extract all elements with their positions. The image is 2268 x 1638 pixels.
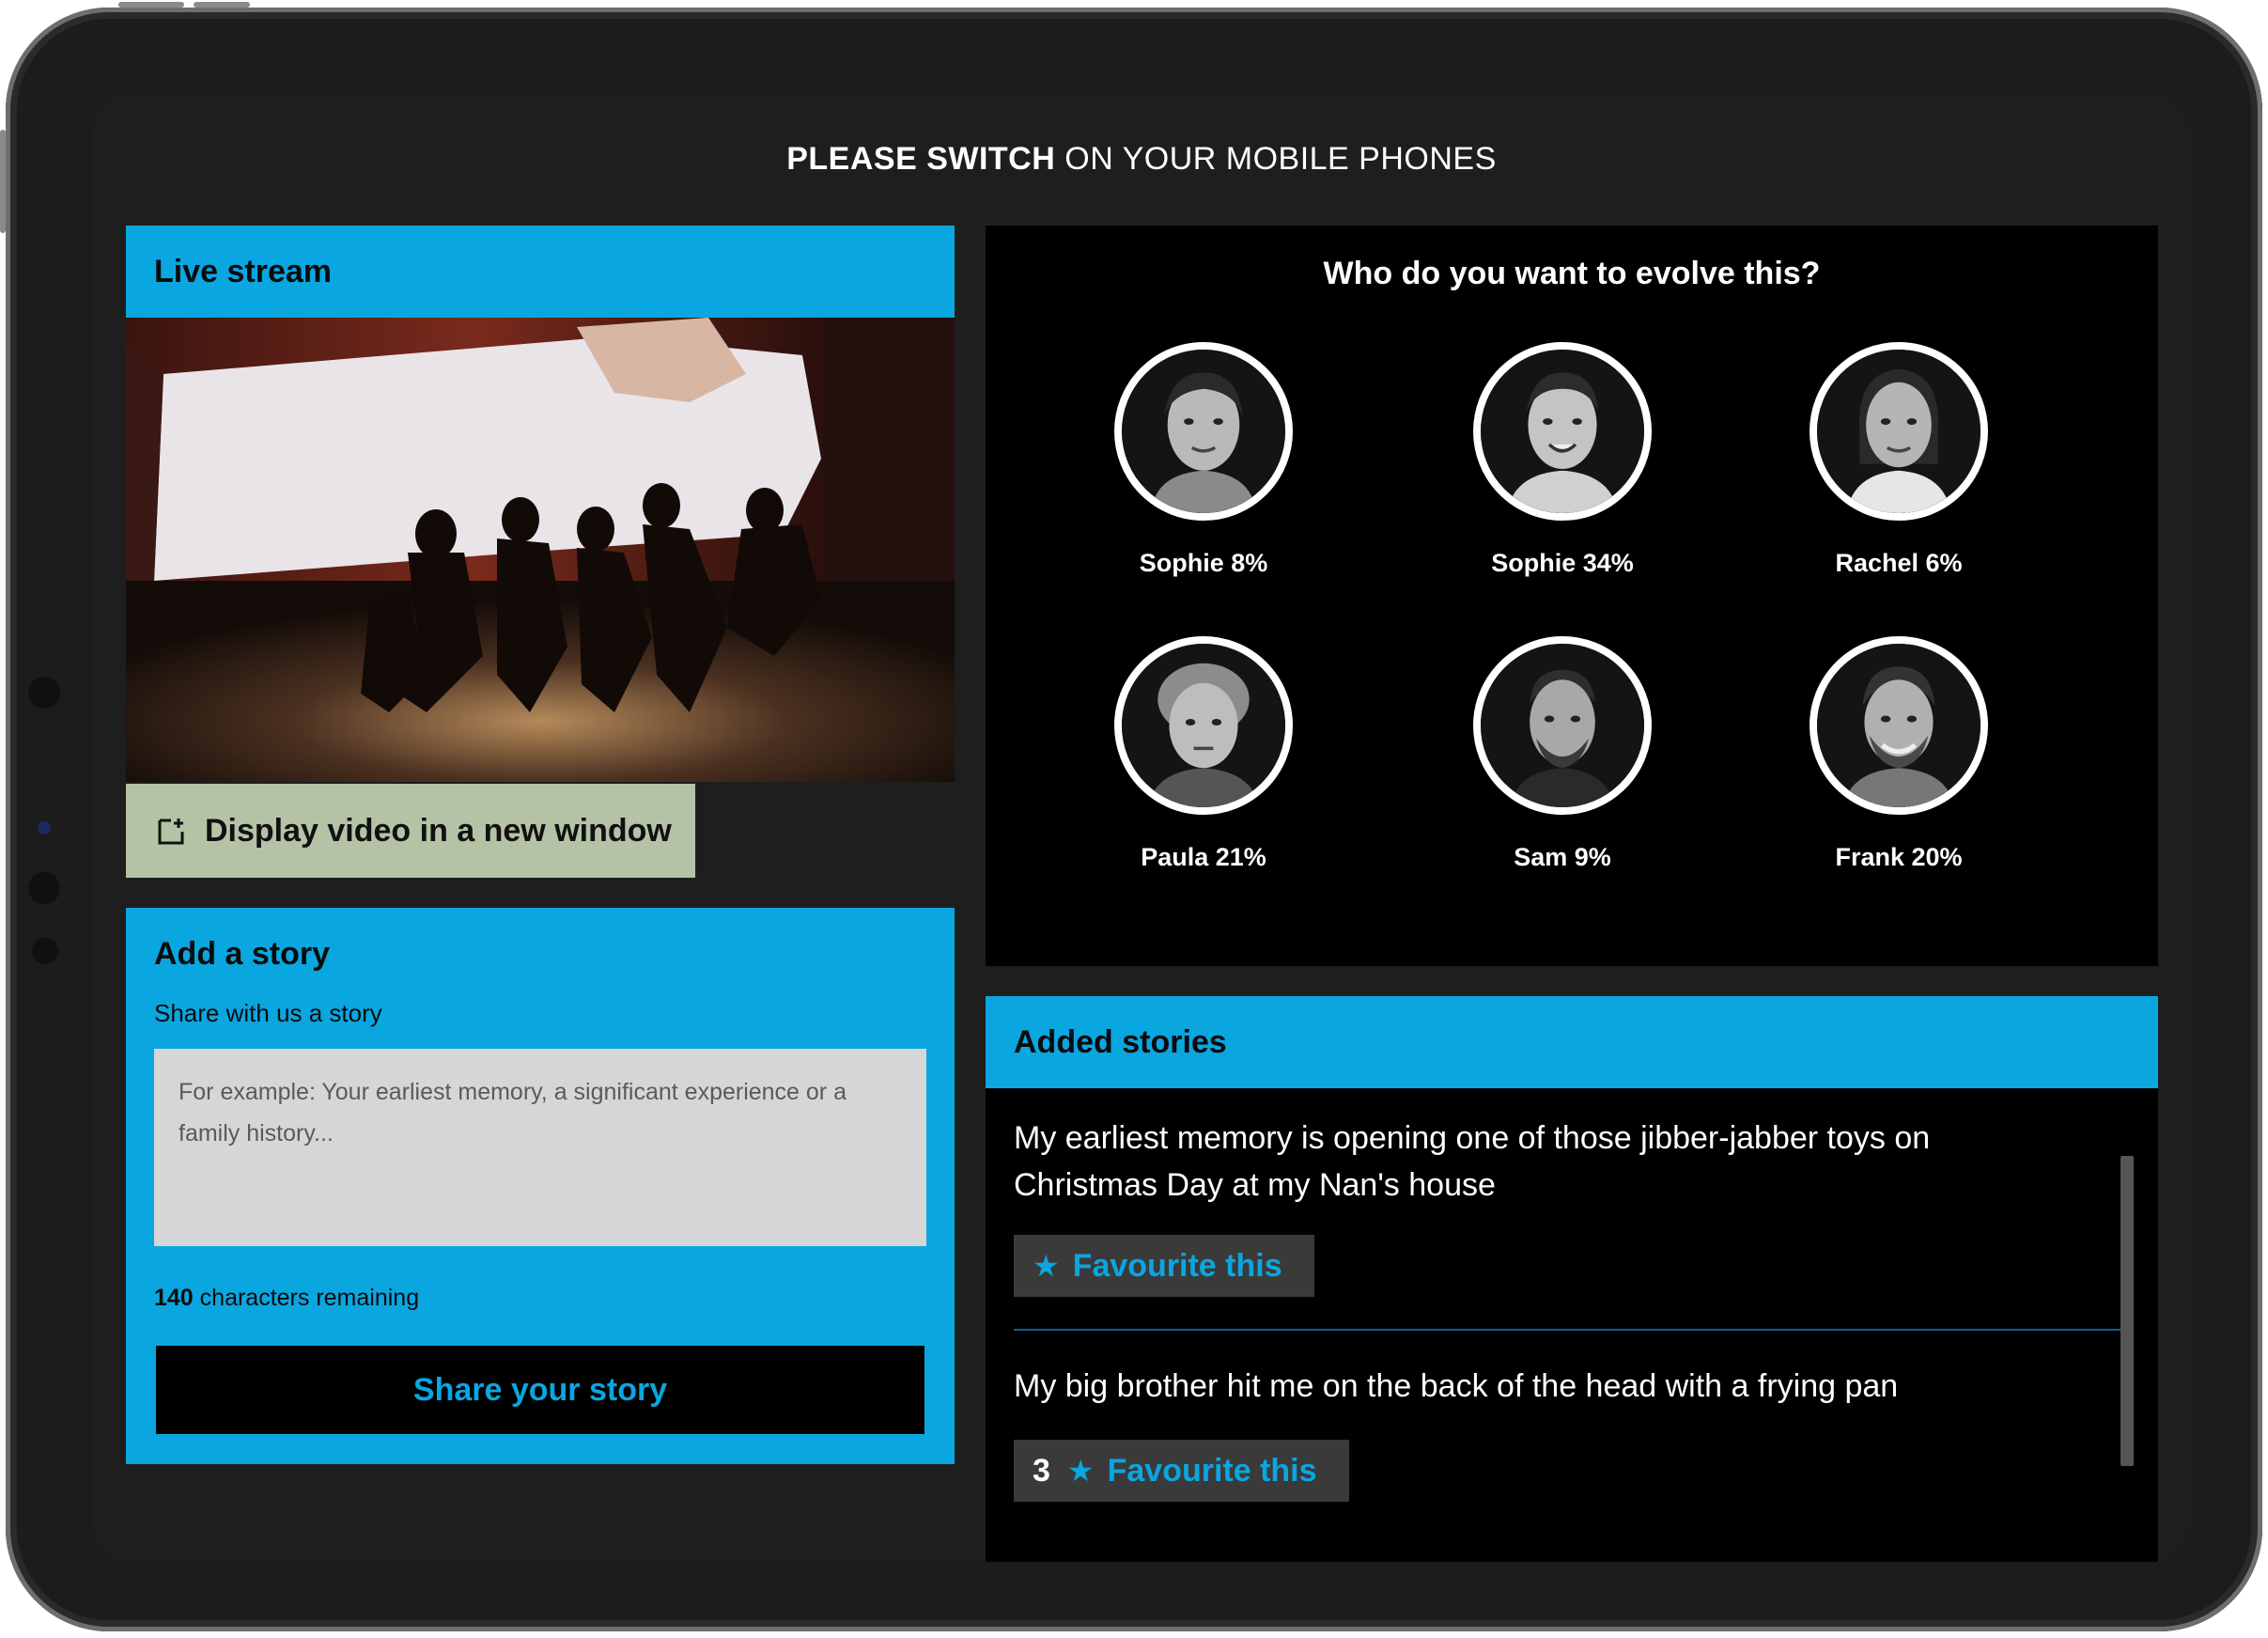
tablet-frame: PLEASE SWITCH ON YOUR MOBILE PHONES Live… <box>0 2 2262 1631</box>
vote-option-label: Paula 21% <box>1141 843 1266 871</box>
favourite-count: 3 <box>1033 1452 1050 1489</box>
story-item: My earliest memory is opening one of tho… <box>986 1088 2158 1331</box>
characters-remaining: 140 characters remaining <box>154 1285 926 1312</box>
camera-sensor-2 <box>28 872 60 904</box>
stories-scrollbar[interactable] <box>2120 1156 2134 1466</box>
open-new-window-icon <box>156 815 188 847</box>
portrait-image <box>1481 644 1644 807</box>
favourite-label: Favourite this <box>1072 1247 1282 1284</box>
portrait-image <box>1817 350 1981 513</box>
favourite-button[interactable]: 3 ★ Favourite this <box>1014 1440 1349 1502</box>
vote-option-sam[interactable]: Sam 9% <box>1421 636 1703 872</box>
added-stories-title: Added stories <box>986 996 2158 1088</box>
avatar <box>1114 636 1293 815</box>
side-button <box>0 130 6 233</box>
vote-option-label: Sophie 34% <box>1491 549 1634 577</box>
volume-button-top <box>118 2 184 8</box>
vote-option-label: Sam 9% <box>1514 843 1611 871</box>
add-story-title: Add a story <box>154 936 331 972</box>
story-text: My earliest memory is opening one of tho… <box>1014 1120 1931 1203</box>
added-stories-panel: Added stories My earliest memory is open… <box>986 996 2158 1562</box>
stage-video-frame <box>126 318 955 782</box>
live-video[interactable] <box>126 318 955 782</box>
announcement-rest: ON YOUR MOBILE PHONES <box>1055 141 1497 177</box>
star-icon: ★ <box>1033 1249 1060 1283</box>
vote-option-label: Rachel 6% <box>1835 549 1963 577</box>
display-video-label: Display video in a new window <box>205 812 672 849</box>
announcement-banner: PLEASE SWITCH ON YOUR MOBILE PHONES <box>92 141 2191 178</box>
favourite-label: Favourite this <box>1107 1452 1317 1489</box>
story-textarea[interactable] <box>154 1049 926 1246</box>
avatar <box>1810 342 1988 521</box>
app-screen: PLEASE SWITCH ON YOUR MOBILE PHONES Live… <box>92 94 2191 1562</box>
vote-question: Who do you want to evolve this? <box>1323 256 1821 291</box>
vote-option-sophie-2[interactable]: Sophie 34% <box>1421 342 1703 578</box>
avatar <box>1473 342 1652 521</box>
portrait-image <box>1122 350 1285 513</box>
vote-option-sophie-1[interactable]: Sophie 8% <box>1063 342 1344 578</box>
portrait-image <box>1481 350 1644 513</box>
star-icon: ★ <box>1066 1454 1095 1488</box>
volume-button-top-2 <box>194 2 250 8</box>
live-stream-panel: Live stream <box>126 226 955 782</box>
characters-text: characters remaining <box>193 1285 420 1311</box>
vote-option-paula[interactable]: Paula 21% <box>1063 636 1344 872</box>
display-video-new-window-button[interactable]: Display video in a new window <box>126 784 695 878</box>
vote-option-label: Frank 20% <box>1835 843 1963 871</box>
live-stream-title: Live stream <box>126 226 955 318</box>
vote-option-label: Sophie 8% <box>1139 549 1268 577</box>
avatar <box>1473 636 1652 815</box>
portrait-image <box>1122 644 1285 807</box>
characters-count: 140 <box>154 1285 194 1311</box>
vote-panel: Who do you want to evolve this? Sophie 8… <box>986 226 2158 966</box>
story-item: My big brother hit me on the back of the… <box>986 1331 2158 1502</box>
avatar <box>1114 342 1293 521</box>
story-text: My big brother hit me on the back of the… <box>1014 1368 1899 1404</box>
add-story-panel: Add a story Share with us a story 140 ch… <box>126 908 955 1464</box>
camera-lens <box>38 821 51 835</box>
share-story-button[interactable]: Share your story <box>154 1344 926 1436</box>
vote-option-rachel[interactable]: Rachel 6% <box>1758 342 2040 578</box>
favourite-button[interactable]: ★ Favourite this <box>1014 1235 1314 1297</box>
camera-sensor <box>28 677 60 709</box>
portrait-image <box>1817 644 1981 807</box>
camera-sensor-3 <box>32 938 58 964</box>
vote-option-frank[interactable]: Frank 20% <box>1758 636 2040 872</box>
avatar <box>1810 636 1988 815</box>
add-story-subtitle: Share with us a story <box>154 999 382 1027</box>
announcement-bold: PLEASE SWITCH <box>786 141 1056 177</box>
